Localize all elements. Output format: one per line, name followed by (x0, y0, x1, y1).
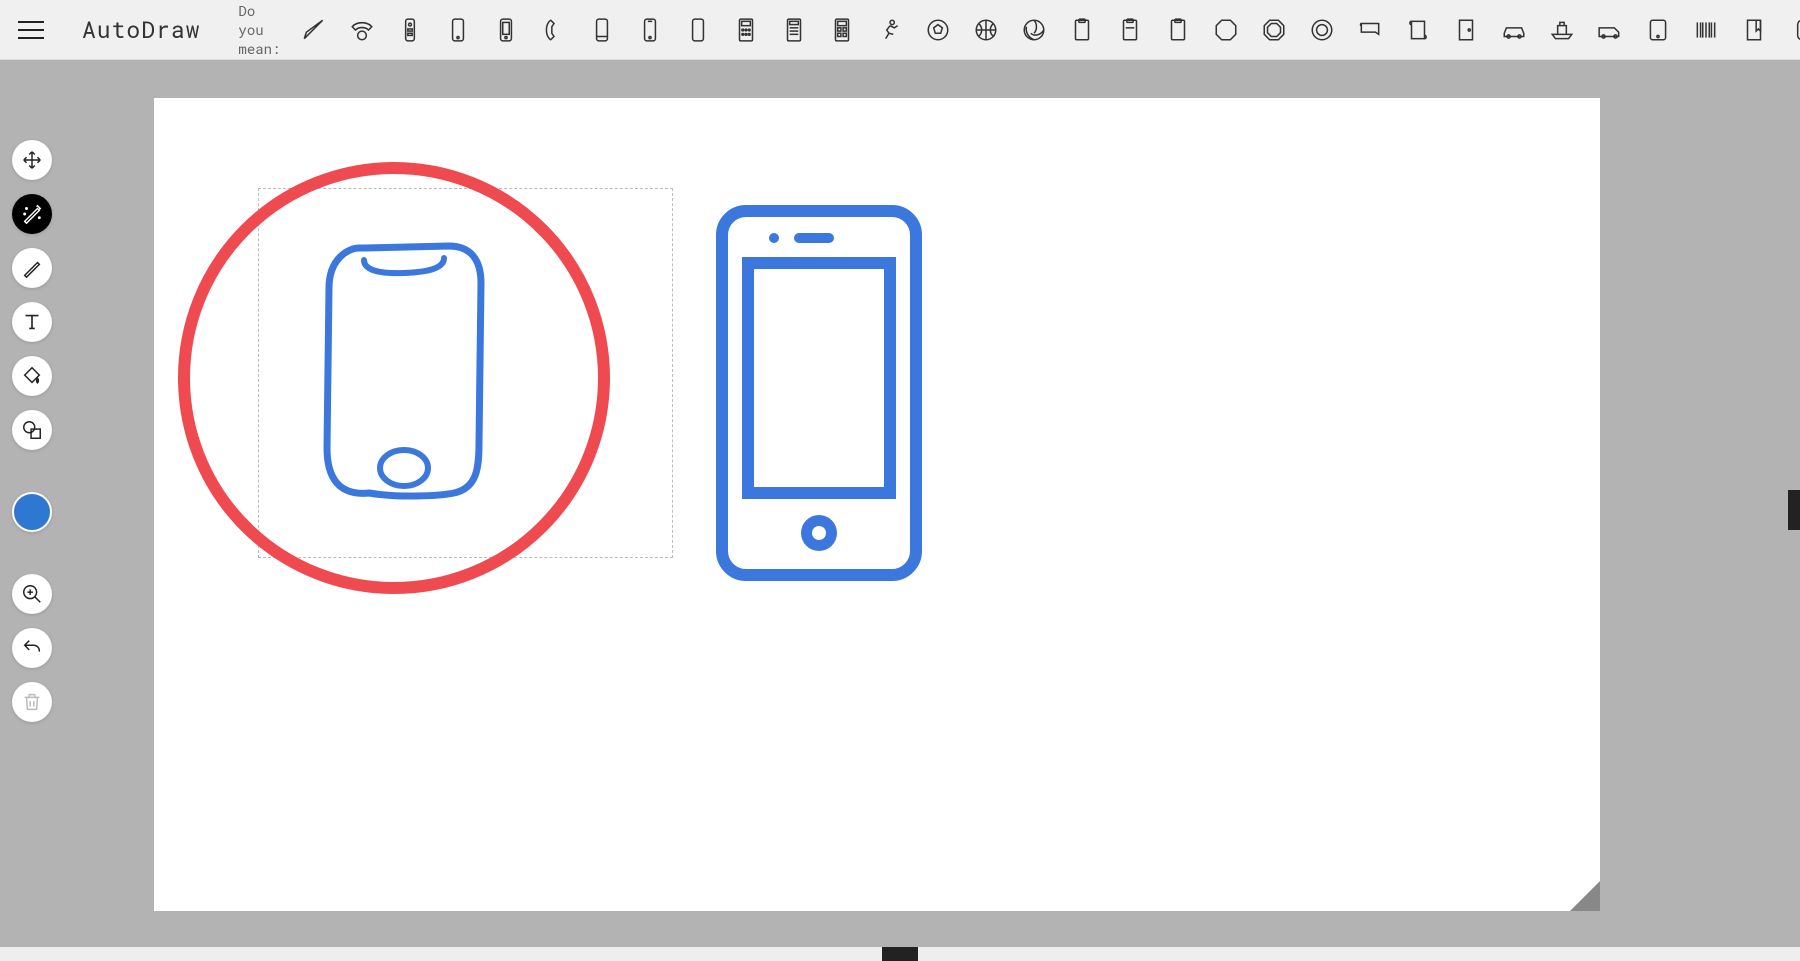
suggestion-phone-rotary-icon[interactable] (346, 14, 378, 46)
suggestion-scroll-icon[interactable] (1402, 14, 1434, 46)
suggestion-barcode-icon[interactable] (1690, 14, 1722, 46)
draw-tool[interactable] (12, 248, 52, 288)
suggestion-van-icon[interactable] (1594, 14, 1626, 46)
suggestion-clipboard-2-icon[interactable] (1114, 14, 1146, 46)
top-bar: AutoDraw Do you mean: (0, 0, 1800, 60)
suggestion-strip (298, 14, 1800, 46)
color-picker[interactable] (12, 492, 52, 532)
suggestion-smartphone-4-icon[interactable] (634, 14, 666, 46)
suggestion-car-icon[interactable] (1498, 14, 1530, 46)
fill-tool[interactable] (12, 356, 52, 396)
suggestion-volleyball-icon[interactable] (1018, 14, 1050, 46)
suggestion-banner-icon[interactable] (1354, 14, 1386, 46)
suggestion-clipboard-3-icon[interactable] (1162, 14, 1194, 46)
autodraw-tool[interactable] (12, 194, 52, 234)
suggestion-smartphone-1-icon[interactable] (442, 14, 474, 46)
suggestion-pencil-icon[interactable] (298, 14, 330, 46)
bottom-scrollbar[interactable] (0, 947, 1800, 961)
scrollbar-thumb[interactable] (882, 947, 918, 961)
suggestion-smartphone-2-icon[interactable] (490, 14, 522, 46)
type-tool[interactable] (12, 302, 52, 342)
user-drawing-phone[interactable] (309, 228, 569, 518)
select-tool[interactable] (12, 140, 52, 180)
suggestion-octagon-2-icon[interactable] (1258, 14, 1290, 46)
menu-button[interactable] (18, 14, 44, 46)
suggestion-smartphone-5-icon[interactable] (682, 14, 714, 46)
suggestion-calculator-3-icon[interactable] (826, 14, 858, 46)
canvas-resize-handle[interactable] (1570, 881, 1600, 911)
suggestion-bookmark-icon[interactable] (1738, 14, 1770, 46)
suggestion-tablet-icon[interactable] (1642, 14, 1674, 46)
suggestion-calculator-2-icon[interactable] (778, 14, 810, 46)
suggestion-ship-icon[interactable] (1546, 14, 1578, 46)
suggestion-calculator-1-icon[interactable] (730, 14, 762, 46)
suggestion-prompt: Do you mean: (238, 1, 280, 58)
zoom-tool[interactable] (12, 574, 52, 614)
suggestion-clipboard-1-icon[interactable] (1066, 14, 1098, 46)
suggestion-octagon-1-icon[interactable] (1210, 14, 1242, 46)
suggestion-basketball-icon[interactable] (970, 14, 1002, 46)
side-scroll-handle[interactable] (1788, 490, 1800, 530)
suggestion-door-icon[interactable] (1450, 14, 1482, 46)
suggestion-handset-icon[interactable] (538, 14, 570, 46)
undo-button[interactable] (12, 628, 52, 668)
shape-tool[interactable] (12, 410, 52, 450)
suggestion-running-icon[interactable] (874, 14, 906, 46)
suggestion-ring-icon[interactable] (1306, 14, 1338, 46)
suggestion-remote-icon[interactable] (394, 14, 426, 46)
suggestion-soccer-icon[interactable] (922, 14, 954, 46)
smartphone-clipart[interactable] (714, 203, 924, 583)
left-toolbar (10, 140, 54, 722)
canvas-area[interactable] (154, 98, 1600, 911)
suggestion-mouse-icon[interactable] (1786, 14, 1800, 46)
delete-button[interactable] (12, 682, 52, 722)
app-title: AutoDraw (82, 15, 200, 45)
suggestion-smartphone-3-icon[interactable] (586, 14, 618, 46)
